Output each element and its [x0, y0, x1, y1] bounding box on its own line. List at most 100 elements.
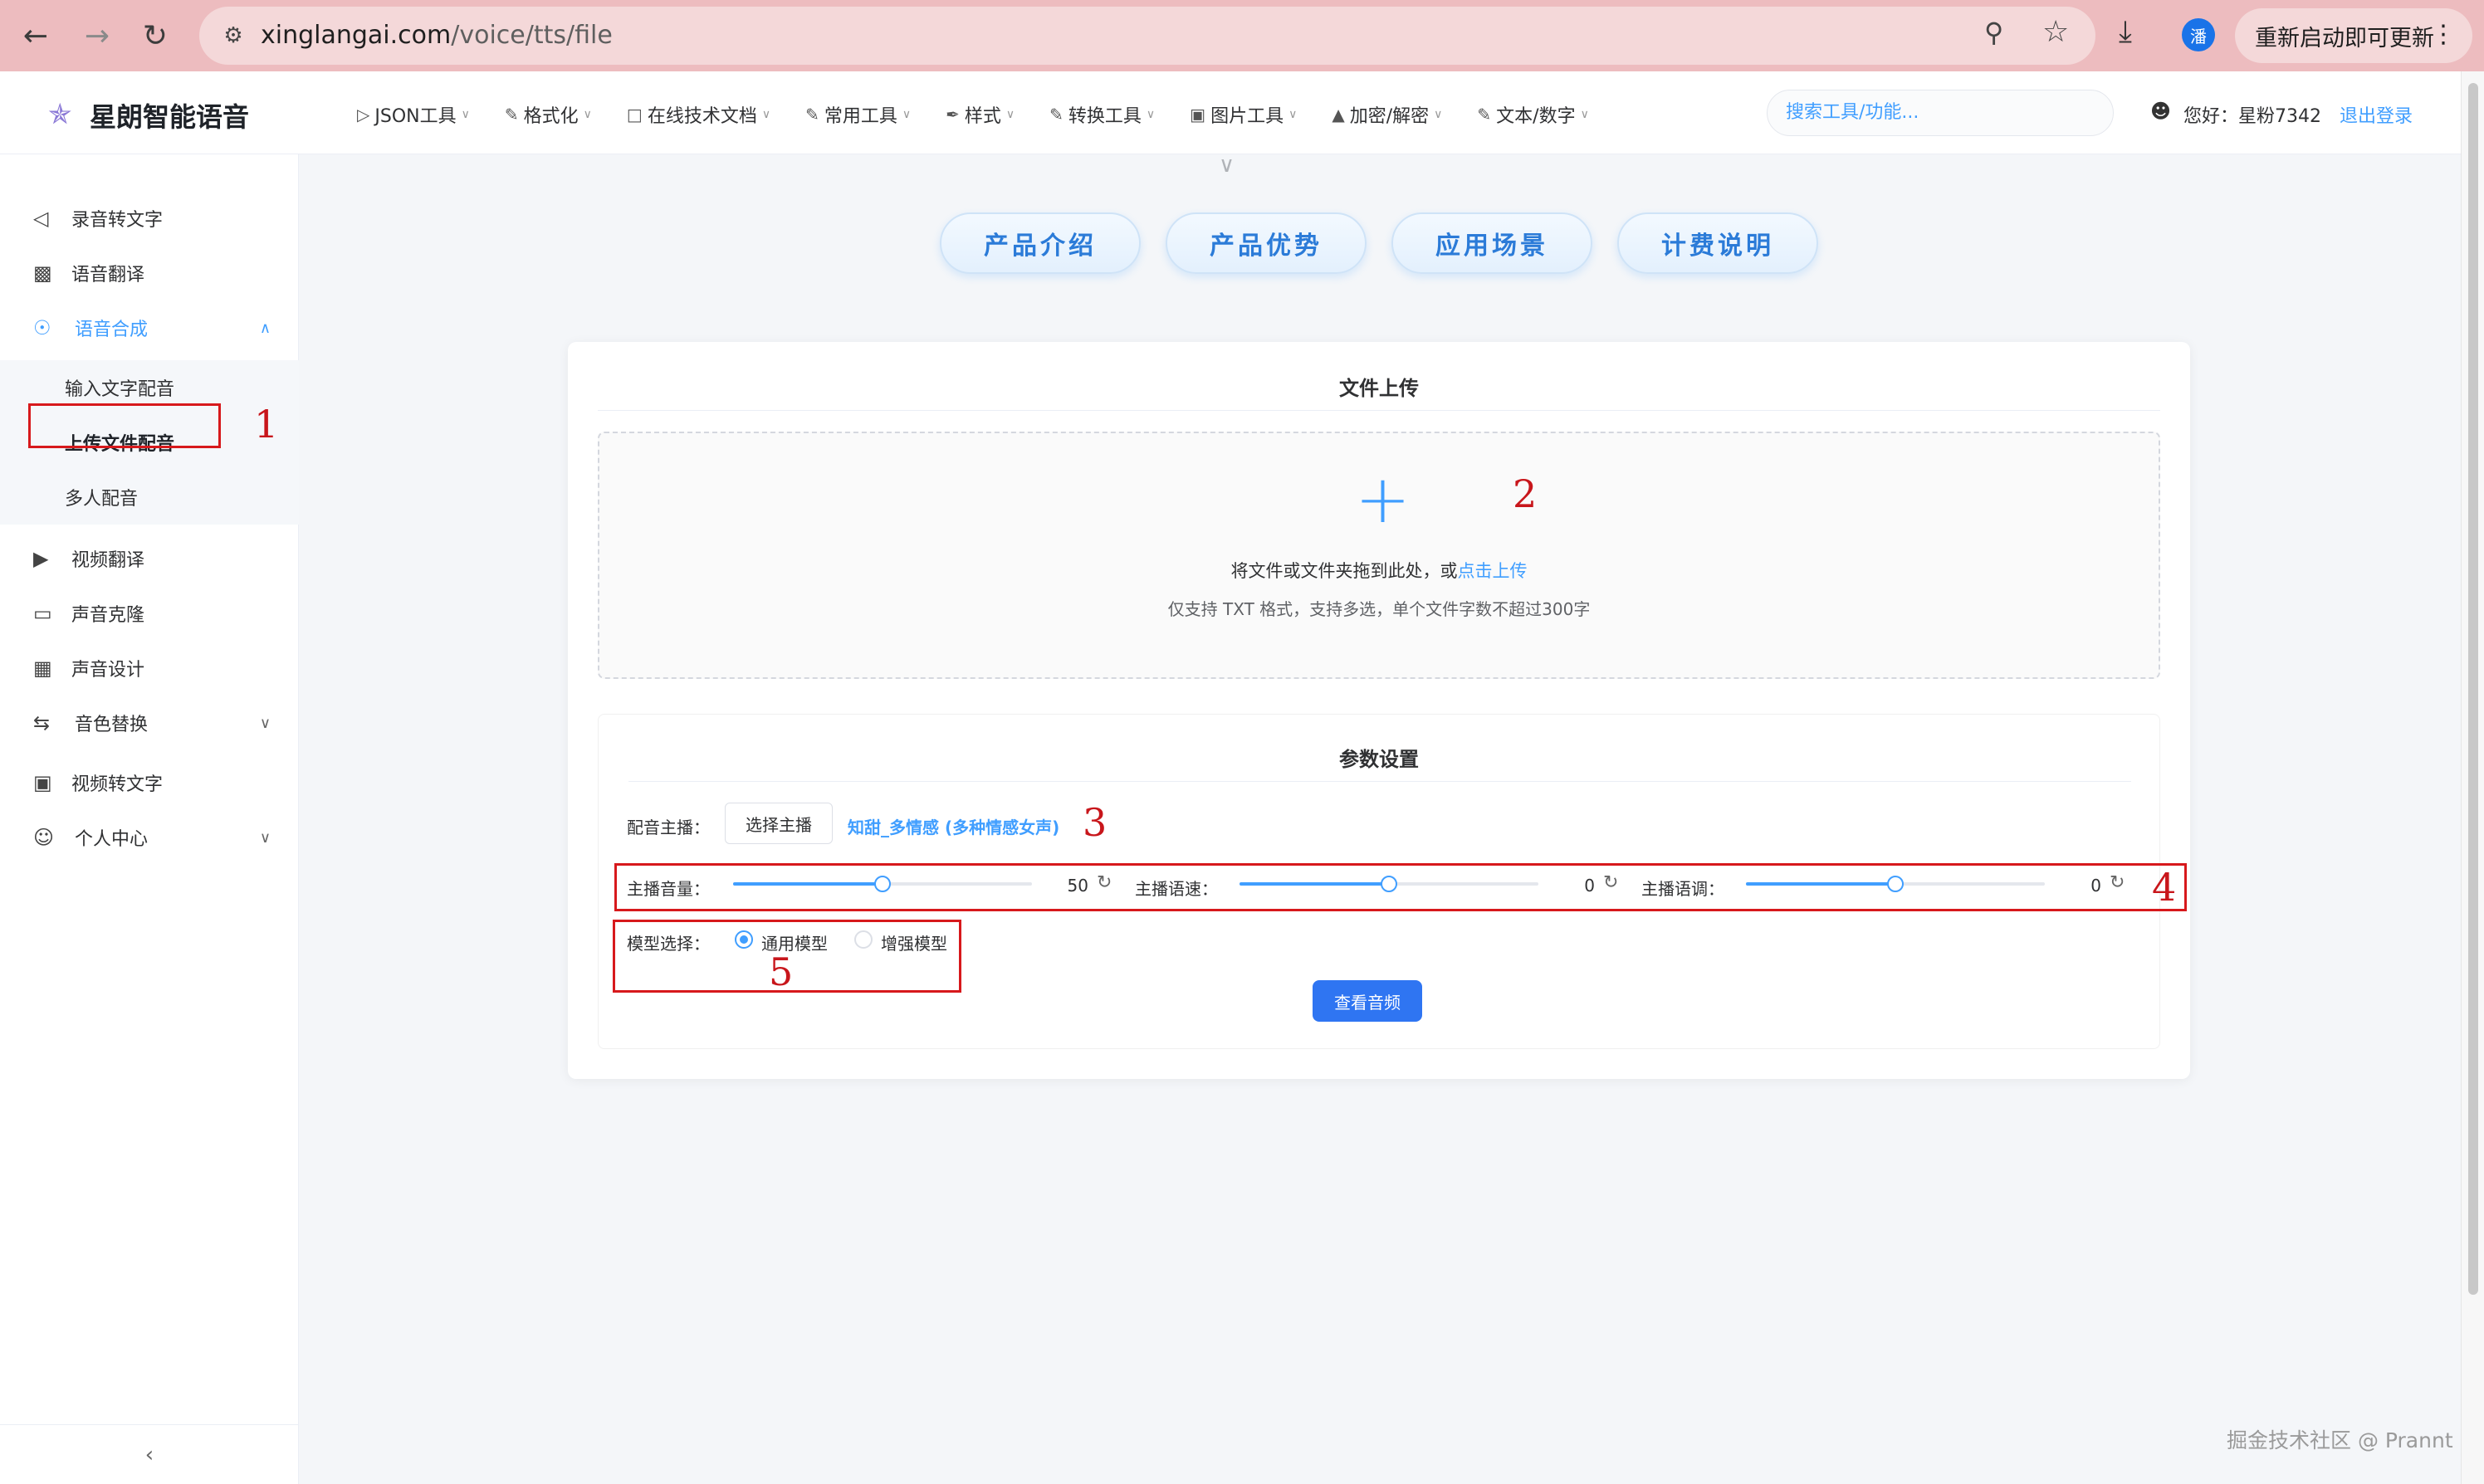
sidebar-item-video-to-text[interactable]: ▣ 视频转文字: [0, 755, 299, 810]
nav-style[interactable]: ✒ 样式 ∨: [946, 101, 1015, 128]
design-icon: ▦: [33, 657, 52, 680]
image-icon: ▣: [1190, 105, 1206, 124]
sidebar-item-speech-translate[interactable]: ▩ 语音翻译: [0, 246, 299, 300]
nav-encrypt[interactable]: ▲ 加密/解密 ∨: [1332, 101, 1442, 128]
speaker-icon: ◁: [33, 207, 49, 230]
update-button[interactable]: 重新启动即可更新 ⋮: [2235, 8, 2472, 63]
clone-icon: ▭: [33, 602, 52, 625]
nav-json-tools[interactable]: ▷ JSON工具 ∨: [357, 101, 470, 128]
brush-icon: ✒: [946, 105, 960, 124]
profile-avatar[interactable]: 潘: [2182, 18, 2215, 51]
brand-name[interactable]: 星朗智能语音: [90, 96, 249, 134]
choose-voice-button[interactable]: 选择主播: [725, 803, 833, 844]
chevron-down-icon: ∨: [761, 108, 771, 121]
bookmark-star-icon[interactable]: ☆: [2042, 15, 2069, 49]
annotation-number-4: 4: [2152, 865, 2177, 910]
doc-icon: □: [626, 105, 643, 124]
annotation-number-2: 2: [1513, 471, 1538, 516]
swap-icon: ⇆: [33, 711, 51, 735]
chevron-down-icon: ∨: [583, 108, 592, 121]
tab-use-cases[interactable]: 应用场景: [1391, 212, 1592, 274]
upload-title: 文件上传: [1339, 377, 1419, 400]
expand-chevron-icon[interactable]: ∨: [1219, 153, 1235, 178]
scrollbar-thumb[interactable]: [2468, 83, 2478, 1295]
edit-icon: ✎: [1049, 105, 1064, 124]
site-settings-icon[interactable]: ⚙: [216, 18, 251, 53]
logo-icon: ✯: [48, 98, 72, 131]
download-icon[interactable]: ⤓: [2119, 15, 2132, 50]
nav-tech-docs[interactable]: □ 在线技术文档 ∨: [627, 101, 770, 128]
view-audio-button[interactable]: 查看音频: [1313, 980, 1422, 1022]
sidebar-item-voice-clone[interactable]: ▭ 声音克隆: [0, 586, 299, 641]
voice-label: 配音主播：: [627, 818, 710, 837]
chevron-down-icon: ∨: [461, 108, 470, 121]
watermark: 掘金技术社区 @ Prannt: [2227, 1428, 2453, 1452]
sidebar-sub-multi-dub[interactable]: 多人配音: [0, 470, 299, 525]
sidebar-item-tts[interactable]: ☉ 语音合成 ∧: [0, 300, 299, 355]
tool-search-input[interactable]: 搜索工具/功能...: [1767, 90, 2114, 136]
video-play-icon: ▶: [33, 547, 49, 570]
browser-toolbar: ← → ↻ ⚙ xinglangai.com/voice/tts/file ⚲ …: [0, 0, 2484, 71]
annotation-number-5: 5: [769, 949, 794, 994]
divider: [628, 781, 2131, 782]
back-icon[interactable]: ←: [17, 17, 55, 55]
logout-link[interactable]: 退出登录: [2340, 101, 2413, 128]
click-upload-link[interactable]: 点击上传: [1458, 561, 1528, 581]
translate-icon: ▩: [33, 261, 52, 285]
edit-icon: ✎: [1477, 105, 1492, 124]
sidebar-item-timbre-swap[interactable]: ⇆ 音色替换 ∨: [0, 696, 299, 750]
sidebar-item-speech-to-text[interactable]: ◁ 录音转文字: [0, 191, 299, 246]
mic-icon: ☉: [33, 316, 51, 339]
chevron-left-icon: ‹: [144, 1442, 154, 1467]
nav-convert-tools[interactable]: ✎ 转换工具 ∨: [1049, 101, 1155, 128]
chevron-down-icon: ∨: [1580, 108, 1589, 121]
nav-text-number[interactable]: ✎ 文本/数字 ∨: [1477, 101, 1588, 128]
url-text[interactable]: xinglangai.com/voice/tts/file: [261, 21, 613, 50]
feature-tabs: 产品介绍 产品优势 应用场景 计费说明: [940, 212, 1843, 274]
tab-product-intro[interactable]: 产品介绍: [940, 212, 1141, 274]
params-title: 参数设置: [1339, 748, 1419, 771]
code-icon: ▷: [357, 105, 370, 124]
plus-icon[interactable]: +: [1355, 466, 1411, 533]
annotation-box-1: [28, 403, 221, 448]
tab-pricing[interactable]: 计费说明: [1617, 212, 1818, 274]
chevron-down-icon: ∨: [1434, 108, 1443, 121]
chevron-up-icon: ∧: [259, 319, 271, 337]
page-scrollbar[interactable]: [2461, 71, 2484, 1484]
chevron-down-icon: ∨: [1005, 108, 1015, 121]
selected-voice-name[interactable]: 知甜_多情感 (多种情感女声): [848, 814, 1059, 838]
chevron-down-icon: ∨: [902, 108, 912, 121]
sidebar: ◁ 录音转文字 ▩ 语音翻译 ☉ 语音合成 ∧ 输入文字配音 上传文件配音 多人配音 ▶…: [0, 154, 299, 1484]
nav-common-tools[interactable]: ✎ 常用工具 ∨: [805, 101, 911, 128]
user-icon: ☻: [2150, 100, 2172, 123]
upload-dropzone[interactable]: + 将文件或文件夹拖到此处，或点击上传 仅支持 TXT 格式，支持多选，单个文件…: [598, 432, 2160, 679]
address-bar[interactable]: ⚙ xinglangai.com/voice/tts/file ⚲ ☆: [199, 7, 2095, 65]
divider: [598, 410, 2160, 411]
user-greeting: 您好：星粉7342: [2183, 106, 2321, 127]
drop-instructions: 将文件或文件夹拖到此处，或点击上传: [1230, 561, 1528, 581]
nav-image-tools[interactable]: ▣ 图片工具 ∨: [1190, 101, 1297, 128]
edit-icon: ✎: [805, 105, 819, 124]
app-header: ✯ 星朗智能语音 ▷ JSON工具 ∨ ✎ 格式化 ∨ □ 在线技术文档 ∨ ✎ 常用工具 ∨ …: [0, 71, 2461, 178]
sidebar-item-video-translate[interactable]: ▶ 视频翻译: [0, 531, 299, 586]
nav-format[interactable]: ✎ 格式化 ∨: [505, 101, 592, 128]
tab-product-advantages[interactable]: 产品优势: [1166, 212, 1367, 274]
sidebar-item-voice-design[interactable]: ▦ 声音设计: [0, 641, 299, 696]
video-icon: ▣: [33, 771, 52, 794]
annotation-number-1: 1: [254, 402, 279, 447]
zoom-icon[interactable]: ⚲: [1984, 17, 2003, 48]
edit-icon: ✎: [504, 105, 519, 124]
user-icon: ☺: [33, 826, 55, 849]
sidebar-collapse-button[interactable]: ‹: [0, 1424, 299, 1484]
sidebar-item-personal-center[interactable]: ☺ 个人中心 ∨: [0, 810, 299, 865]
top-nav: ▷ JSON工具 ∨ ✎ 格式化 ∨ □ 在线技术文档 ∨ ✎ 常用工具 ∨ ✒ 样式 ∨ ✎ 转换工…: [357, 101, 1624, 128]
annotation-box-4: [614, 863, 2187, 911]
reload-icon[interactable]: ↻: [136, 17, 174, 55]
upload-tip: 仅支持 TXT 格式，支持多选，单个文件字数不超过300字: [1167, 599, 1591, 619]
forward-icon[interactable]: →: [78, 17, 116, 55]
chevron-down-icon: ∨: [1146, 108, 1156, 121]
annotation-number-3: 3: [1083, 800, 1108, 845]
lock-icon: ▲: [1332, 105, 1345, 124]
update-label: 重新启动即可更新: [2255, 25, 2434, 51]
chevron-down-icon: ∨: [259, 828, 271, 847]
